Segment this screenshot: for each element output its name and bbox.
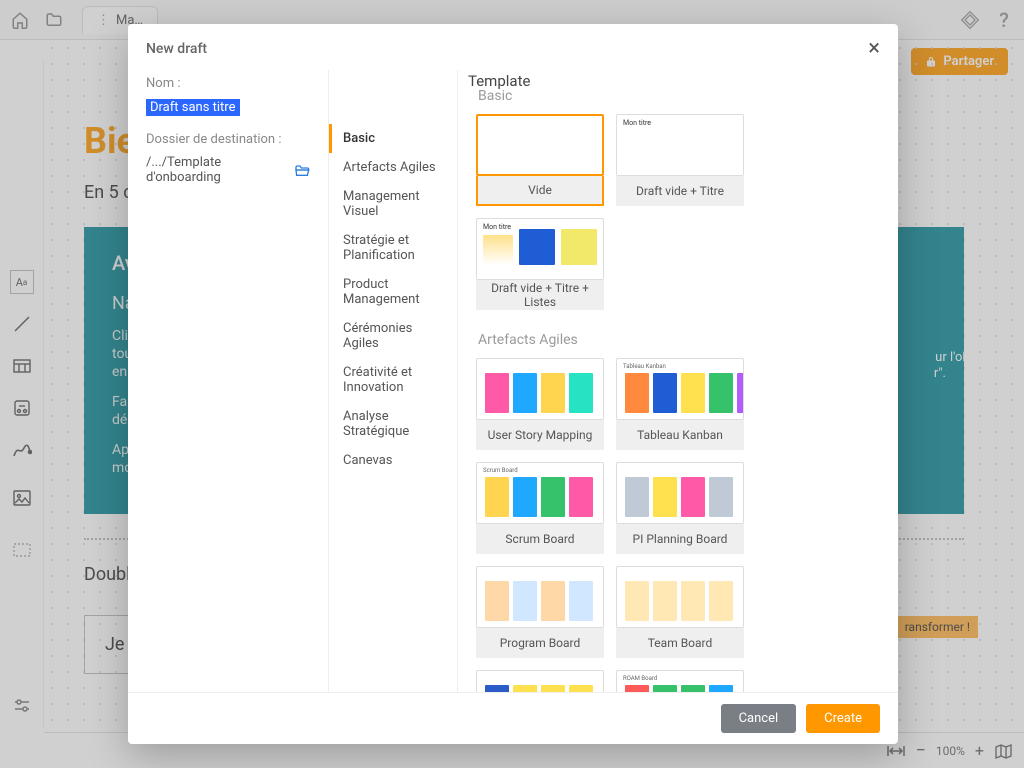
category-item[interactable]: Artefacts Agiles — [329, 153, 457, 182]
category-column: BasicArtefacts AgilesManagement VisuelSt… — [328, 70, 458, 692]
template-gallery[interactable]: BasicVideMon titreDraft vide + TitreMon … — [458, 70, 898, 692]
template-thumbnail — [616, 462, 744, 524]
template-card[interactable]: Mon titreDraft vide + Titre + Listes — [476, 218, 604, 310]
template-card[interactable]: ROAM BoardROAM Board — [616, 670, 744, 692]
category-item[interactable]: Cérémonies Agiles — [329, 314, 457, 358]
template-caption: Scrum Board — [476, 524, 604, 554]
template-caption: Program Board — [476, 628, 604, 658]
template-card[interactable]: Team Board — [616, 566, 744, 658]
modal-left-column: Nom : Draft sans titre Dossier de destin… — [128, 70, 328, 692]
close-icon[interactable]: × — [868, 38, 880, 60]
template-caption: PI Planning Board — [616, 524, 744, 554]
template-card[interactable]: Program Board — [476, 566, 604, 658]
template-thumbnail — [476, 358, 604, 420]
template-thumbnail — [476, 670, 604, 692]
template-heading: Template — [468, 72, 530, 90]
category-item[interactable]: Stratégie et Planification — [329, 226, 457, 270]
name-label: Nom : — [146, 76, 310, 91]
category-item[interactable]: Analyse Stratégique — [329, 402, 457, 446]
template-thumbnail: ROAM Board — [616, 670, 744, 692]
category-item[interactable]: Basic — [329, 124, 457, 153]
template-thumbnail: Mon titre — [616, 114, 744, 176]
template-thumbnail — [616, 566, 744, 628]
modal-footer: Cancel Create — [128, 692, 898, 744]
template-caption: Draft vide + Titre + Listes — [476, 280, 604, 310]
modal-title: New draft — [146, 41, 207, 57]
category-item[interactable]: Créativité et Innovation — [329, 358, 457, 402]
template-group-label: Basic — [478, 88, 874, 104]
draft-name-input[interactable]: Draft sans titre — [146, 99, 240, 116]
template-thumbnail: Scrum Board — [476, 462, 604, 524]
template-caption: Team Board — [616, 628, 744, 658]
template-thumbnail: Mon titre — [476, 218, 604, 280]
template-card[interactable]: Mon titreDraft vide + Titre — [616, 114, 744, 206]
template-group-label: Artefacts Agiles — [478, 332, 874, 348]
template-caption: Tableau Kanban — [616, 420, 744, 450]
template-caption: User Story Mapping — [476, 420, 604, 450]
folder-label: Dossier de destination : — [146, 132, 310, 147]
modal-header: New draft × — [128, 24, 898, 70]
template-thumbnail: Tableau Kanban — [616, 358, 744, 420]
template-card[interactable]: Tableau KanbanTableau Kanban — [616, 358, 744, 450]
template-caption: Draft vide + Titre — [616, 176, 744, 206]
cancel-button[interactable]: Cancel — [721, 704, 797, 733]
folder-path[interactable]: /.../Template d'onboarding — [146, 155, 288, 185]
new-draft-modal: New draft × Template Nom : Draft sans ti… — [128, 24, 898, 744]
modal-body: Nom : Draft sans titre Dossier de destin… — [128, 70, 898, 692]
template-card[interactable]: Portfolio Kanban — [476, 670, 604, 692]
category-item[interactable]: Product Management — [329, 270, 457, 314]
create-button[interactable]: Create — [806, 704, 880, 733]
category-item[interactable]: Canevas — [329, 446, 457, 475]
template-card[interactable]: User Story Mapping — [476, 358, 604, 450]
template-thumbnail — [476, 566, 604, 628]
template-caption: Vide — [476, 176, 604, 206]
category-list: BasicArtefacts AgilesManagement VisuelSt… — [329, 124, 457, 475]
template-card[interactable]: Vide — [476, 114, 604, 206]
template-card[interactable]: PI Planning Board — [616, 462, 744, 554]
template-card[interactable]: Scrum BoardScrum Board — [476, 462, 604, 554]
folder-open-icon[interactable] — [294, 163, 310, 177]
category-item[interactable]: Management Visuel — [329, 182, 457, 226]
template-thumbnail — [476, 114, 604, 176]
